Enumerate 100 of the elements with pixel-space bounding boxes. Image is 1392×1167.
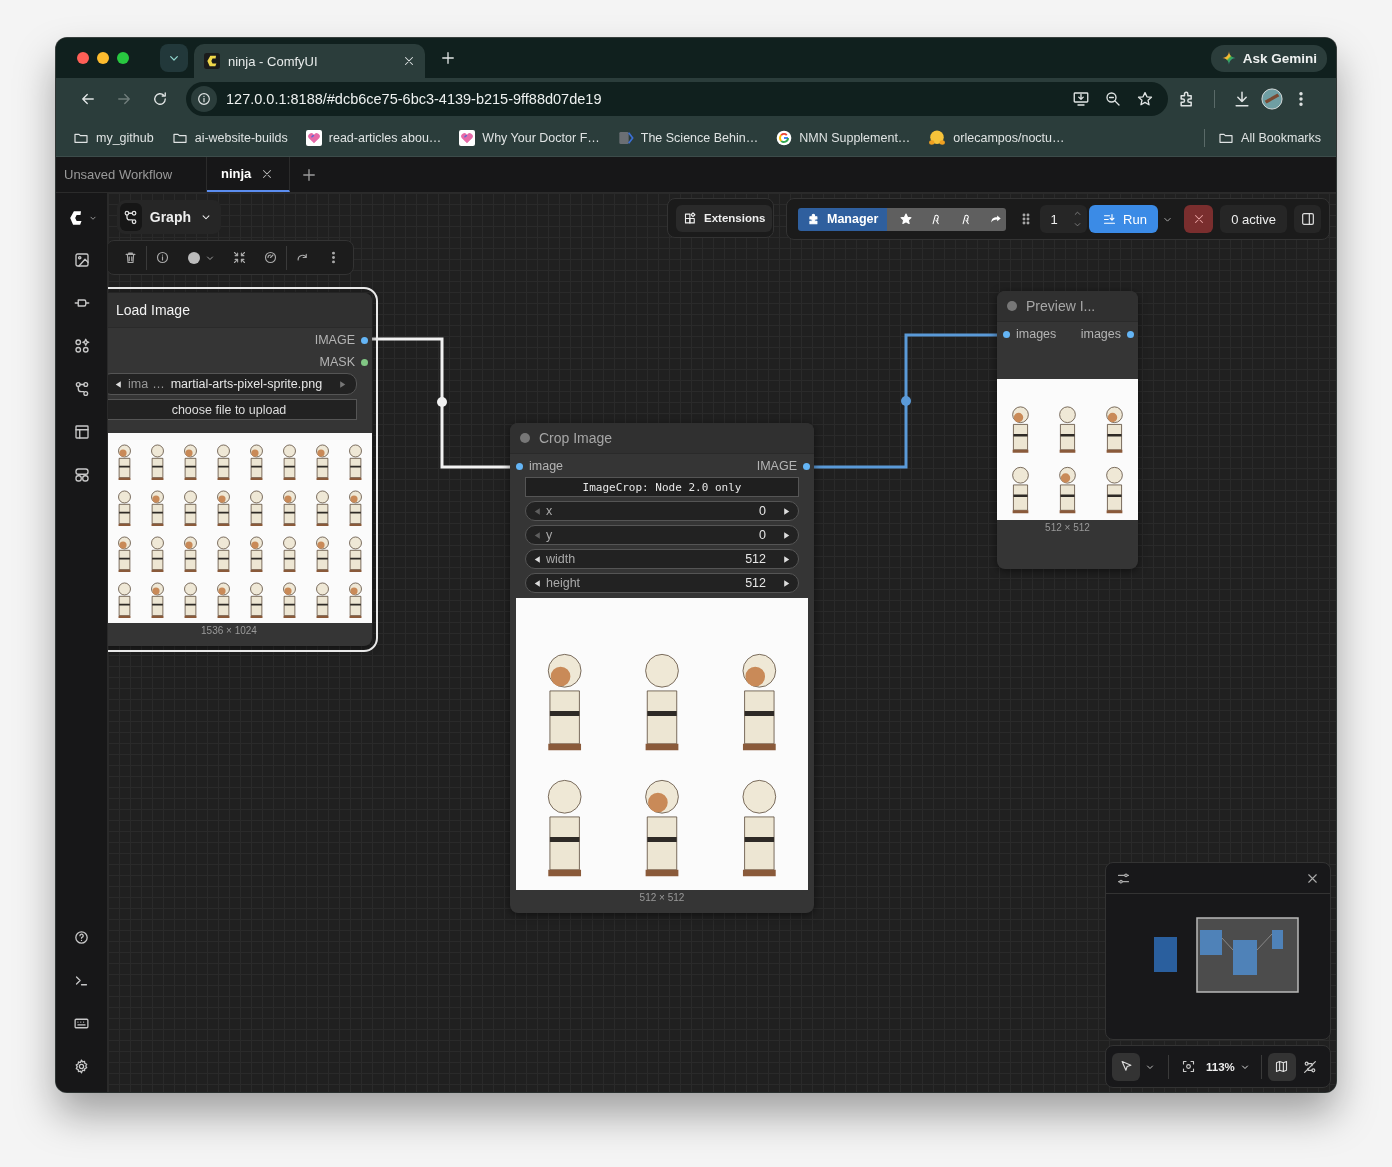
slot-label: IMAGE xyxy=(314,333,355,347)
ellipsis-text: … xyxy=(152,377,165,391)
map-icon xyxy=(1274,1059,1290,1074)
trash-icon[interactable] xyxy=(123,250,138,265)
image-size-caption: 512 × 512 xyxy=(1044,521,1091,535)
reload-icon[interactable] xyxy=(151,90,169,108)
number-field[interactable]: height 512 xyxy=(525,573,799,593)
zoom-level-button[interactable]: 113% xyxy=(1202,1060,1255,1073)
input-slot[interactable] xyxy=(516,462,523,470)
field-value: 512 xyxy=(745,576,766,590)
hide-links-icon[interactable] xyxy=(1301,1058,1318,1075)
graph-menu-button[interactable]: Graph xyxy=(117,200,221,234)
output-slot[interactable] xyxy=(803,462,810,470)
all-bookmarks-item[interactable]: All Bookmarks xyxy=(1213,130,1326,146)
install-app-icon[interactable] xyxy=(1072,90,1090,108)
settings-icon[interactable] xyxy=(73,1058,90,1075)
active-jobs-button[interactable]: 0 active xyxy=(1220,205,1288,233)
help-icon[interactable] xyxy=(73,929,90,946)
output-slot[interactable] xyxy=(1127,330,1134,338)
left-arrow-icon[interactable] xyxy=(113,378,124,390)
output-slot[interactable] xyxy=(361,358,368,366)
upload-button[interactable]: choose file to upload xyxy=(108,399,357,420)
slot-label: images xyxy=(1080,327,1121,341)
manager-button[interactable]: Manager xyxy=(798,207,888,231)
slot-label: IMAGE xyxy=(756,459,797,473)
node-title: Preview I... xyxy=(1026,298,1096,314)
extensions-button[interactable]: Extensions xyxy=(676,204,773,232)
bookmark-star-icon[interactable] xyxy=(1136,90,1154,108)
right-arrow-icon[interactable] xyxy=(337,378,348,390)
bookmark-item[interactable]: NMN Supplement… xyxy=(771,130,916,146)
increment-arrow-icon[interactable] xyxy=(781,577,792,589)
image-size-caption: 512 × 512 xyxy=(638,891,686,905)
close-window-button[interactable] xyxy=(77,52,89,64)
address-bar[interactable]: 127.0.0.1:8188/#dcb6ce75-6bc3-4139-b215-9ff88d07de19 xyxy=(186,82,1168,116)
panel-icon xyxy=(1299,211,1316,227)
info-icon[interactable] xyxy=(155,250,170,265)
fit-view-icon[interactable] xyxy=(1181,1059,1196,1074)
number-field[interactable]: x 0 xyxy=(525,501,799,521)
decrement-arrow-icon[interactable] xyxy=(532,577,543,589)
minimize-window-button[interactable] xyxy=(97,52,109,64)
output-slot[interactable] xyxy=(361,336,368,344)
heart-icon xyxy=(305,130,322,146)
shapes-icon[interactable] xyxy=(72,336,91,355)
queue-icon xyxy=(1102,211,1118,227)
node-title: Crop Image xyxy=(539,430,613,446)
layout-icon[interactable] xyxy=(72,422,91,441)
collapse-dot[interactable] xyxy=(520,433,530,443)
page-icon xyxy=(617,130,634,146)
bookmark-item[interactable]: read-articles abou… xyxy=(300,130,447,146)
bookmark-item[interactable]: orlecampos/noctu… xyxy=(923,129,1070,147)
browser-tab[interactable]: ninja - ComfyUI xyxy=(194,44,425,78)
node-title: Load Image xyxy=(116,302,190,318)
dropdown-label: ima xyxy=(128,377,149,391)
collapse-icon[interactable] xyxy=(232,250,247,265)
bookmark-item[interactable]: ai-website-builds xyxy=(166,130,293,146)
field-label: width xyxy=(546,552,576,566)
file-dropdown[interactable]: ima … martial-arts-pixel-sprite.png xyxy=(108,373,357,395)
color-dot-icon xyxy=(186,249,202,266)
number-field[interactable]: y 0 xyxy=(525,525,799,545)
info-text: ImageCrop: Node 2.0 only xyxy=(525,477,799,497)
tab-search-button[interactable] xyxy=(160,44,188,72)
color-picker-button[interactable] xyxy=(186,249,216,266)
bookmark-item[interactable]: The Science Behin… xyxy=(612,130,764,146)
pointer-icon xyxy=(1118,1059,1134,1074)
close-icon[interactable] xyxy=(402,54,416,68)
url-text: 127.0.0.1:8188/#dcb6ce75-6bc3-4139-b215-9ff88d07de19 xyxy=(226,91,602,107)
field-label: y xyxy=(546,528,553,542)
download-icon[interactable] xyxy=(1232,89,1252,109)
plus-icon[interactable] xyxy=(439,49,457,67)
cancel-button[interactable] xyxy=(1184,205,1214,233)
bookmark-item[interactable]: my_github xyxy=(68,130,159,146)
select-mode-button[interactable] xyxy=(1112,1052,1140,1081)
workflow-tab[interactable]: Unsaved Workflow xyxy=(56,157,207,192)
collapse-dot[interactable] xyxy=(1007,301,1017,311)
slot-label: images xyxy=(1016,327,1057,341)
minimap-toggle-button[interactable] xyxy=(1267,1052,1296,1081)
image-icon[interactable] xyxy=(72,250,91,269)
slot-label: MASK xyxy=(319,355,355,369)
increment-arrow-icon[interactable] xyxy=(781,505,792,517)
increment-arrow-icon[interactable] xyxy=(781,529,792,541)
templates-icon[interactable] xyxy=(72,465,91,484)
tab-title: ninja - ComfyUI xyxy=(228,53,319,69)
gauge-icon[interactable] xyxy=(263,250,278,265)
site-info-button[interactable] xyxy=(191,86,217,112)
bookmark-item[interactable]: Why Your Doctor F… xyxy=(454,130,605,146)
zoom-icon[interactable] xyxy=(1104,90,1122,108)
star-icon[interactable] xyxy=(899,212,914,226)
app-logo-icon xyxy=(204,53,220,69)
field-value: 512 xyxy=(745,552,766,566)
number-field[interactable]: width 512 xyxy=(525,549,799,569)
ask-gemini-button[interactable]: Ask Gemini xyxy=(1210,44,1327,72)
zoom-window-button[interactable] xyxy=(117,52,129,64)
input-slot[interactable] xyxy=(1003,330,1010,338)
decrement-arrow-icon[interactable] xyxy=(532,553,543,565)
increment-arrow-icon[interactable] xyxy=(781,553,792,565)
panel-toggle-button[interactable] xyxy=(1294,205,1321,233)
dropdown-value: martial-arts-pixel-sprite.png xyxy=(170,377,323,391)
extensions-icon xyxy=(683,210,698,226)
avatar-icon[interactable] xyxy=(1261,88,1283,110)
heart-icon xyxy=(459,130,476,146)
